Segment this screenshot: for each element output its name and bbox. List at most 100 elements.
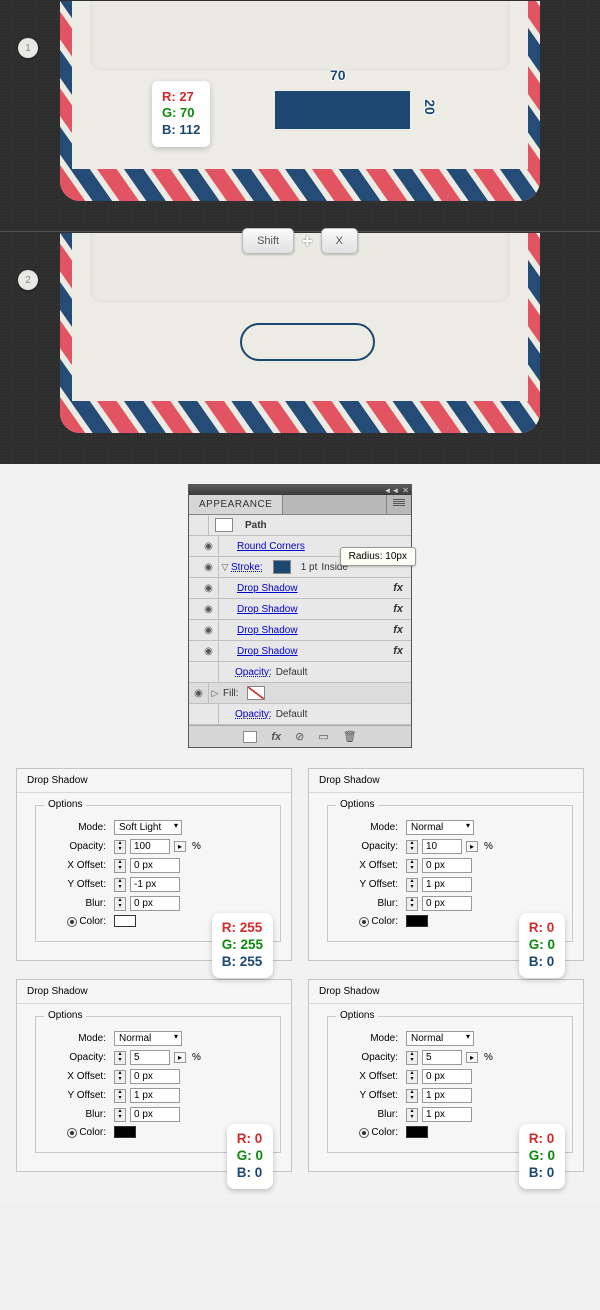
stepper[interactable]: ▴▾ <box>114 1070 126 1084</box>
fx-icon[interactable]: fx <box>393 582 403 594</box>
opacity-input[interactable]: 5 <box>422 1050 462 1065</box>
opacity-label[interactable]: Opacity: <box>231 667 272 678</box>
blur-input[interactable]: 0 px <box>130 1107 180 1122</box>
row-drop-shadow[interactable]: ◉ Drop Shadow fx <box>189 641 411 662</box>
yoffset-input[interactable]: 1 px <box>422 1088 472 1103</box>
stepper[interactable]: ▴▾ <box>114 897 126 911</box>
stepper[interactable]: ▴▾ <box>114 1051 126 1065</box>
trash-icon[interactable]: 🗑 <box>343 730 357 743</box>
stepper[interactable]: ▴▾ <box>406 1070 418 1084</box>
color-radio[interactable] <box>67 1128 77 1138</box>
drop-shadow-link[interactable]: Drop Shadow <box>231 583 393 594</box>
eye-icon[interactable] <box>189 515 209 535</box>
eye-icon[interactable]: ◉ <box>199 557 219 577</box>
xoffset-input[interactable]: 0 px <box>422 858 472 873</box>
mode-select[interactable]: Normal <box>114 1031 182 1046</box>
disclosure-icon[interactable]: ▽ <box>219 562 231 573</box>
xoffset-input[interactable]: 0 px <box>130 1069 180 1084</box>
opacity-menu-icon[interactable]: ▸ <box>466 1052 478 1063</box>
stepper[interactable]: ▴▾ <box>406 878 418 892</box>
yoffset-input[interactable]: -1 px <box>130 877 180 892</box>
eye-icon[interactable]: ◉ <box>199 599 219 619</box>
step-badge-2: 2 <box>18 270 38 290</box>
fx-menu-icon[interactable]: fx <box>271 731 281 743</box>
row-drop-shadow[interactable]: ◉ Drop Shadow fx <box>189 599 411 620</box>
row-fill[interactable]: ◉ ▷ Fill: <box>189 683 411 704</box>
fx-icon[interactable]: fx <box>393 645 403 657</box>
stepper[interactable]: ▴▾ <box>114 1089 126 1103</box>
opacity-menu-icon[interactable]: ▸ <box>174 1052 186 1063</box>
opacity-label[interactable]: Opacity: <box>231 709 272 720</box>
xoffset-input[interactable]: 0 px <box>422 1069 472 1084</box>
color-radio[interactable] <box>67 917 77 927</box>
mode-select[interactable]: Soft Light <box>114 820 182 835</box>
tab-appearance[interactable]: APPEARANCE <box>189 495 283 514</box>
row-path[interactable]: Path <box>189 515 411 536</box>
blur-input[interactable]: 1 px <box>422 1107 472 1122</box>
eye-icon[interactable]: ◉ <box>199 620 219 640</box>
fx-icon[interactable]: fx <box>393 603 403 615</box>
row-global-opacity[interactable]: Opacity: Default <box>189 704 411 725</box>
stepper[interactable]: ▴▾ <box>114 878 126 892</box>
opacity-menu-icon[interactable]: ▸ <box>174 841 186 852</box>
opacity-input[interactable]: 5 <box>130 1050 170 1065</box>
fx-icon[interactable]: fx <box>393 624 403 636</box>
row-drop-shadow[interactable]: ◉ Drop Shadow fx <box>189 578 411 599</box>
blur-input[interactable]: 0 px <box>422 896 472 911</box>
opacity-label: Opacity: <box>42 1052 110 1063</box>
opacity-input[interactable]: 100 <box>130 839 170 854</box>
color-swatch[interactable] <box>406 915 428 927</box>
blur-input[interactable]: 0 px <box>130 896 180 911</box>
stroke-weight[interactable]: 1 pt <box>301 562 318 573</box>
stroke-swatch[interactable] <box>273 560 291 574</box>
duplicate-icon[interactable]: ▭ <box>318 730 328 743</box>
stepper[interactable]: ▴▾ <box>406 1051 418 1065</box>
drop-shadow-dialog: Drop Shadow Options Mode:Normal Opacity:… <box>16 979 292 1172</box>
color-label: Color: <box>42 1127 110 1138</box>
key-x: X <box>321 228 358 254</box>
fill-swatch-none[interactable] <box>247 686 265 700</box>
eye-icon[interactable]: ◉ <box>199 641 219 661</box>
drop-shadow-link[interactable]: Drop Shadow <box>231 604 393 615</box>
drop-shadow-link[interactable]: Drop Shadow <box>231 625 393 636</box>
color-swatch[interactable] <box>114 915 136 927</box>
color-swatch[interactable] <box>114 1126 136 1138</box>
yoffset-input[interactable]: 1 px <box>130 1088 180 1103</box>
close-icon[interactable]: ✕ <box>402 486 409 495</box>
color-radio[interactable] <box>359 917 369 927</box>
stepper[interactable]: ▴▾ <box>406 1108 418 1122</box>
eye-icon[interactable]: ◉ <box>199 578 219 598</box>
color-swatch[interactable] <box>406 1126 428 1138</box>
mode-select[interactable]: Normal <box>406 820 474 835</box>
row-stroke-opacity[interactable]: Opacity: Default <box>189 662 411 683</box>
rgb-b: B: 112 <box>162 122 200 139</box>
row-drop-shadow[interactable]: ◉ Drop Shadow fx <box>189 620 411 641</box>
opacity-input[interactable]: 10 <box>422 839 462 854</box>
opacity-menu-icon[interactable]: ▸ <box>466 841 478 852</box>
stepper[interactable]: ▴▾ <box>114 1108 126 1122</box>
stepper[interactable]: ▴▾ <box>406 1089 418 1103</box>
color-radio[interactable] <box>359 1128 369 1138</box>
stepper[interactable]: ▴▾ <box>406 859 418 873</box>
clear-icon[interactable]: ⊘ <box>295 730 304 743</box>
stepper[interactable]: ▴▾ <box>114 840 126 854</box>
eye-icon[interactable] <box>199 704 219 724</box>
xoffset-input[interactable]: 0 px <box>130 858 180 873</box>
stroke-label[interactable]: Stroke: <box>231 562 263 573</box>
mode-select[interactable]: Normal <box>406 1031 474 1046</box>
stepper[interactable]: ▴▾ <box>406 840 418 854</box>
eye-icon[interactable]: ◉ <box>189 683 209 703</box>
panel-menu-icon[interactable] <box>386 495 411 514</box>
drop-shadow-link[interactable]: Drop Shadow <box>231 646 393 657</box>
collapse-icon[interactable]: ◄◄ <box>383 486 399 495</box>
eye-icon[interactable] <box>199 662 219 682</box>
inner-panel <box>90 1 510 71</box>
stepper[interactable]: ▴▾ <box>114 859 126 873</box>
new-art-icon[interactable] <box>243 731 257 743</box>
appearance-panel[interactable]: ◄◄ ✕ APPEARANCE Path ◉ Round Corners ◉ ▽ <box>188 484 412 748</box>
disclosure-icon[interactable]: ▷ <box>209 688 221 699</box>
eye-icon[interactable]: ◉ <box>199 536 219 556</box>
yoffset-input[interactable]: 1 px <box>422 877 472 892</box>
stepper[interactable]: ▴▾ <box>406 897 418 911</box>
xoffset-label: X Offset: <box>42 860 110 871</box>
